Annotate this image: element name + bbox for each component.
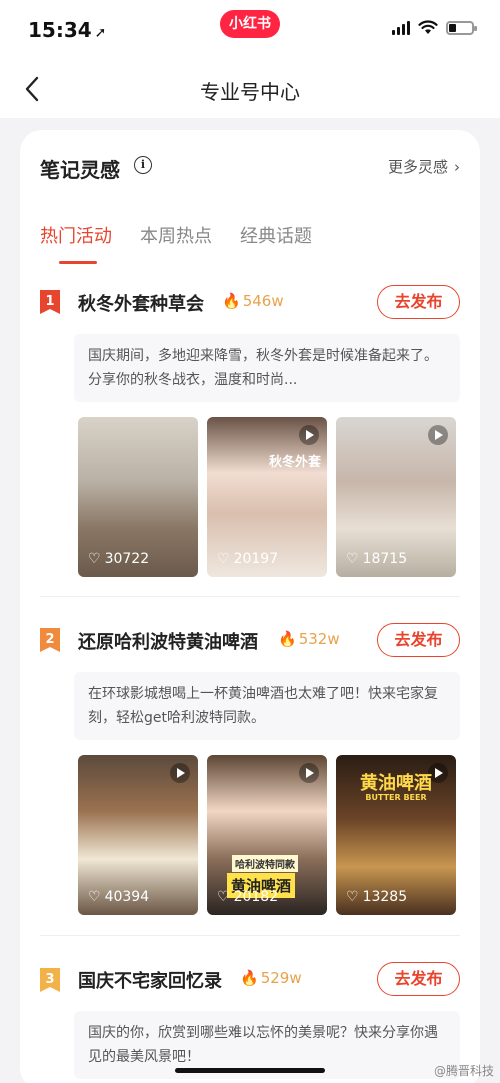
video-play-icon (299, 763, 319, 783)
publish-button[interactable]: 去发布 (377, 962, 460, 996)
rank-number: 2 (45, 632, 55, 647)
like-count: ♡ 30722 (88, 551, 149, 567)
heat-count: 🔥 532w (278, 630, 340, 648)
active-tab-indicator (59, 261, 97, 264)
heart-icon: ♡ (217, 551, 230, 567)
inspiration-card: 笔记灵感 i 更多灵感 › 热门活动 本周热点 经典话题 1 秋冬外套种草会 🔥 5… (20, 130, 480, 1083)
status-time: 15:34 ➚ (28, 18, 106, 42)
activity-description: 国庆期间，多地迎来降雪，秋冬外套是时候准备起来了。分享你的秋冬战衣，温度和时尚.… (74, 334, 460, 402)
note-thumbnail[interactable]: ♡ 40394 (78, 755, 198, 915)
more-inspiration-link[interactable]: 更多灵感 › (388, 156, 460, 177)
rank-badge: 3 (40, 968, 62, 992)
note-thumbnail[interactable]: 秋冬外套 ♡ 20197 (207, 417, 327, 577)
heat-count: 🔥 546w (222, 292, 284, 310)
more-inspiration-label: 更多灵感 (387, 158, 448, 176)
note-thumbnail[interactable]: ♡ 18715 (336, 417, 456, 577)
video-play-icon (299, 425, 319, 445)
heart-icon: ♡ (346, 551, 359, 567)
tab-bar: 热门活动 本周热点 经典话题 (40, 222, 312, 248)
location-arrow-icon: ➚ (94, 25, 107, 41)
heart-icon: ♡ (88, 551, 101, 567)
thumbnail-row: ♡ 40394 哈利波特同款 黄油啤酒 ♡ 20182 黄油啤酒 BUTTER BE… (78, 755, 456, 915)
activity-title: 秋冬外套种草会 (78, 294, 204, 315)
divider (40, 596, 460, 597)
heart-icon: ♡ (217, 889, 230, 905)
like-count-value: 40394 (104, 889, 150, 905)
thumbnail-caption-small: 哈利波特同款 (232, 855, 298, 872)
activity-title: 还原哈利波特黄油啤酒 (78, 632, 258, 653)
tab-hot-activities[interactable]: 热门活动 (40, 222, 112, 248)
like-count: ♡ 13285 (346, 889, 407, 905)
thumbnail-caption: 黄油啤酒 (360, 773, 432, 794)
heart-icon: ♡ (88, 889, 101, 905)
brand-badge: 小红书 (220, 10, 280, 38)
activity-description: 在环球影城想喝上一杯黄油啤酒也太难了吧！快来宅家复刻，轻松get哈利波特同款。 (74, 672, 460, 740)
system-icons (392, 20, 477, 35)
like-count-value: 20182 (233, 889, 279, 905)
heart-icon: ♡ (346, 889, 359, 905)
heat-count: 🔥 529w (240, 969, 302, 987)
like-count: ♡ 40394 (88, 889, 149, 905)
like-count: ♡ 20182 (217, 889, 278, 905)
like-count: ♡ 18715 (346, 551, 407, 567)
thumbnail-row: ♡ 30722 秋冬外套 ♡ 20197 ♡ 18715 (78, 417, 456, 577)
like-count-value: 18715 (362, 551, 408, 567)
wifi-icon (418, 20, 438, 34)
heat-value: 529w (260, 969, 302, 987)
divider (40, 935, 460, 936)
note-thumbnail[interactable]: ♡ 30722 (78, 417, 198, 577)
tab-classic-topics[interactable]: 经典话题 (240, 222, 312, 248)
like-count-value: 13285 (362, 889, 408, 905)
like-count: ♡ 20197 (217, 551, 278, 567)
activity-title: 国庆不宅家回忆录 (78, 971, 222, 992)
tab-weekly-hot[interactable]: 本周热点 (140, 222, 212, 248)
home-indicator (175, 1068, 325, 1073)
like-count-value: 20197 (233, 551, 279, 567)
rank-number: 3 (45, 972, 55, 987)
rank-number: 1 (45, 294, 55, 309)
nav-bar: 专业号中心 (0, 60, 500, 118)
thumbnail-caption: 秋冬外套 (268, 455, 321, 470)
info-icon[interactable]: i (134, 156, 152, 174)
status-time-text: 15:34 (28, 18, 92, 42)
flame-icon: 🔥 (240, 969, 259, 987)
battery-icon (446, 20, 477, 35)
heat-value: 532w (298, 630, 340, 648)
note-thumbnail[interactable]: 哈利波特同款 黄油啤酒 ♡ 20182 (207, 755, 327, 915)
flame-icon: 🔥 (222, 292, 241, 310)
heat-value: 546w (242, 292, 284, 310)
status-bar: 15:34 ➚ 小红书 (0, 0, 500, 60)
rank-badge: 1 (40, 290, 62, 314)
cellular-signal-icon (392, 20, 410, 35)
note-thumbnail[interactable]: 黄油啤酒 BUTTER BEER ♡ 13285 (336, 755, 456, 915)
publish-button[interactable]: 去发布 (377, 285, 460, 319)
thumbnail-caption-sub: BUTTER BEER (365, 793, 427, 802)
video-play-icon (428, 425, 448, 445)
chevron-right-icon: › (454, 158, 460, 176)
rank-badge: 2 (40, 628, 62, 652)
watermark: @腾晋科技 (433, 1064, 494, 1078)
like-count-value: 30722 (104, 551, 150, 567)
page-title: 专业号中心 (200, 80, 300, 104)
flame-icon: 🔥 (278, 630, 297, 648)
card-title: 笔记灵感 (40, 158, 120, 182)
publish-button[interactable]: 去发布 (377, 623, 460, 657)
video-play-icon (170, 763, 190, 783)
